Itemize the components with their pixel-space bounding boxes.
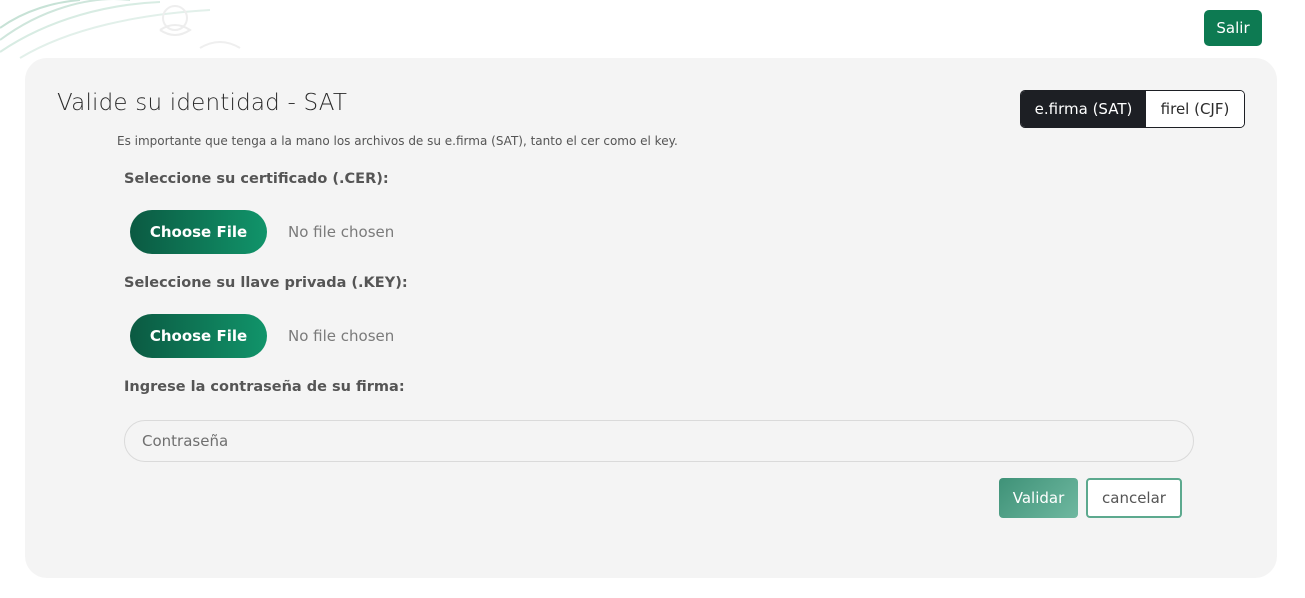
- page-title: Valide su identidad - SAT: [57, 90, 348, 116]
- password-label: Ingrese la contraseña de su firma:: [124, 379, 405, 395]
- identity-validation-card: Valide su identidad - SAT e.firma (SAT) …: [25, 58, 1277, 578]
- validate-button[interactable]: Validar: [999, 478, 1078, 518]
- private-key-choose-file-button[interactable]: Choose File: [130, 314, 267, 358]
- certificate-label: Seleccione su certificado (.CER):: [124, 171, 389, 187]
- private-key-label: Seleccione su llave privada (.KEY):: [124, 275, 408, 291]
- toggle-option-firel[interactable]: firel (CJF): [1146, 91, 1244, 127]
- certificate-choose-file-button[interactable]: Choose File: [130, 210, 267, 254]
- toggle-option-efirma[interactable]: e.firma (SAT): [1021, 91, 1146, 127]
- private-key-file-status: No file chosen: [288, 327, 395, 345]
- instructions-text: Es importante que tenga a la mano los ar…: [117, 134, 678, 148]
- private-key-file-input: Choose File No file chosen: [130, 314, 394, 358]
- signature-type-toggle: e.firma (SAT) firel (CJF): [1020, 90, 1245, 128]
- exit-button[interactable]: Salir: [1204, 10, 1262, 46]
- decorative-swirl-background: [0, 0, 241, 59]
- cancel-button[interactable]: cancelar: [1086, 478, 1182, 518]
- certificate-file-input: Choose File No file chosen: [130, 210, 394, 254]
- password-input[interactable]: [124, 420, 1194, 462]
- certificate-file-status: No file chosen: [288, 223, 395, 241]
